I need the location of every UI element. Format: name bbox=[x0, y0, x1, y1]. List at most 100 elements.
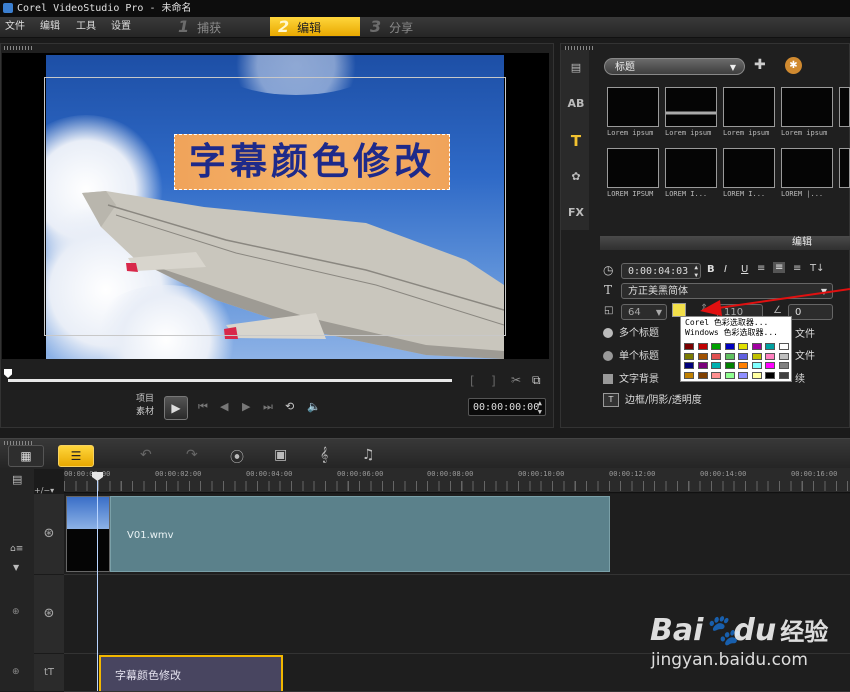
duration-spin-icon[interactable]: ▲ ▼ bbox=[694, 264, 698, 280]
italic-icon[interactable]: I bbox=[724, 264, 727, 275]
category-dropdown[interactable]: 标题 ▼ bbox=[604, 58, 745, 75]
next-frame-icon[interactable]: ▶ bbox=[242, 400, 250, 413]
color-swatch[interactable] bbox=[765, 343, 775, 350]
color-swatch[interactable] bbox=[765, 352, 775, 360]
align-center-icon[interactable]: ≡ bbox=[773, 262, 786, 273]
color-swatch[interactable] bbox=[697, 352, 708, 360]
title-icon[interactable]: T bbox=[566, 133, 586, 149]
title-thumbnail[interactable] bbox=[607, 87, 659, 127]
vertical-text-icon[interactable]: T↓ bbox=[810, 263, 825, 274]
record-capture-icon[interactable]: ⦿ bbox=[230, 447, 244, 467]
go-start-icon[interactable]: ⏮ bbox=[198, 400, 208, 414]
title-thumbnail[interactable] bbox=[607, 148, 659, 188]
chevron-down-icon[interactable]: ▼ bbox=[13, 563, 19, 572]
preview-timecode[interactable]: 00:00:00:00 ▲ ▼ bbox=[468, 398, 546, 416]
color-swatch[interactable] bbox=[738, 352, 748, 360]
tab-share[interactable]: 3 分享 bbox=[370, 17, 450, 36]
color-swatch[interactable] bbox=[778, 343, 789, 350]
enlarge-preview-icon[interactable]: ⧉ bbox=[532, 373, 541, 388]
video-clip-thumbnail[interactable] bbox=[66, 496, 110, 572]
redo-icon[interactable]: ↷ bbox=[186, 447, 198, 463]
color-swatch[interactable] bbox=[697, 343, 708, 350]
option-single-title[interactable]: 单个标题 bbox=[603, 347, 659, 362]
bold-icon[interactable]: B bbox=[707, 264, 715, 275]
edit-tab-header[interactable]: 编辑 bbox=[600, 236, 850, 250]
color-swatch[interactable] bbox=[697, 371, 708, 379]
mark-in-icon[interactable]: [ bbox=[470, 374, 475, 388]
timeline-view-button[interactable]: ☰ bbox=[58, 445, 94, 467]
color-swatch[interactable] bbox=[738, 362, 748, 369]
repeat-icon[interactable]: ⟲ bbox=[285, 400, 294, 413]
title-track-header[interactable]: tT bbox=[34, 654, 64, 692]
font-size-select[interactable]: 64 ▼ bbox=[621, 304, 667, 320]
auto-music-icon[interactable]: ♫ bbox=[362, 447, 375, 463]
align-left-icon[interactable]: ≡ bbox=[757, 263, 765, 274]
mark-out-icon[interactable]: ] bbox=[491, 374, 496, 388]
lock-icon[interactable]: ⊕ bbox=[12, 607, 20, 617]
underline-icon[interactable]: U bbox=[741, 264, 748, 275]
go-end-icon[interactable]: ⏭ bbox=[263, 400, 273, 414]
align-right-icon[interactable]: ≡ bbox=[793, 263, 801, 274]
panel-grip[interactable] bbox=[4, 46, 34, 50]
mode-project-label[interactable]: 项目 bbox=[136, 393, 154, 406]
lock-icon[interactable]: ⊕ bbox=[12, 667, 20, 677]
graphic-icon[interactable]: ✿ bbox=[566, 169, 586, 185]
scrubber-bar[interactable] bbox=[8, 379, 452, 382]
color-swatch[interactable] bbox=[751, 371, 762, 379]
color-swatch[interactable] bbox=[684, 362, 694, 369]
color-swatch[interactable] bbox=[684, 343, 694, 350]
menu-settings[interactable]: 设置 bbox=[111, 17, 131, 37]
duration-field[interactable]: 0:00:04:03 ▲ ▼ bbox=[621, 263, 701, 279]
option-text-background[interactable]: 文字背景 bbox=[603, 370, 659, 385]
video-clip[interactable]: V01.wmv bbox=[110, 496, 610, 572]
title-thumbnail[interactable] bbox=[781, 87, 833, 127]
split-clip-icon[interactable]: ✂ bbox=[511, 373, 521, 387]
option-border-shadow[interactable]: T 边框/阴影/透明度 bbox=[603, 391, 702, 407]
color-swatch[interactable] bbox=[724, 362, 735, 369]
options-menu-icon[interactable]: ✱ bbox=[785, 57, 802, 74]
color-swatch[interactable] bbox=[738, 343, 748, 350]
radio-icon[interactable] bbox=[603, 351, 613, 361]
title-thumbnail[interactable] bbox=[723, 87, 775, 127]
color-swatch[interactable] bbox=[778, 362, 789, 369]
menu-tools[interactable]: 工具 bbox=[76, 17, 96, 37]
add-to-favorites-icon[interactable]: ✚ bbox=[754, 57, 766, 73]
title-thumbnail[interactable] bbox=[781, 148, 833, 188]
filter-fx-icon[interactable]: FX bbox=[566, 205, 586, 221]
color-swatch[interactable] bbox=[724, 343, 735, 350]
subtitle-text-box[interactable]: 字幕颜色修改 bbox=[174, 134, 450, 190]
menu-edit[interactable]: 编辑 bbox=[40, 17, 60, 37]
title-thumbnail[interactable] bbox=[665, 148, 717, 188]
overlay-track-header[interactable]: ⊛ bbox=[34, 575, 64, 654]
color-swatch[interactable] bbox=[711, 371, 721, 379]
timeline-playhead[interactable] bbox=[97, 476, 98, 691]
color-swatch[interactable] bbox=[711, 343, 721, 350]
color-swatch[interactable] bbox=[711, 352, 721, 360]
volume-icon[interactable]: 🔈 bbox=[307, 400, 321, 413]
storyboard-view-button[interactable]: ▦ bbox=[8, 445, 44, 467]
color-swatch[interactable] bbox=[697, 362, 708, 369]
color-swatch[interactable] bbox=[765, 371, 775, 379]
color-swatch[interactable] bbox=[751, 343, 762, 350]
title-thumbnail[interactable] bbox=[665, 87, 717, 127]
prev-frame-icon[interactable]: ◀ bbox=[220, 400, 228, 413]
windows-color-picker-item[interactable]: Windows 色彩选取器... bbox=[685, 327, 778, 338]
media-library-icon[interactable]: ▤ bbox=[566, 60, 586, 76]
color-swatch[interactable] bbox=[724, 352, 735, 360]
play-button[interactable]: ▶ bbox=[164, 396, 188, 420]
color-swatch[interactable] bbox=[724, 371, 735, 379]
checkbox-icon[interactable] bbox=[603, 374, 613, 384]
undo-icon[interactable]: ↶ bbox=[140, 447, 152, 463]
border-shadow-icon[interactable]: T bbox=[603, 393, 619, 407]
mode-clip-label[interactable]: 素材 bbox=[136, 406, 154, 419]
timeline-ruler[interactable]: 00:00:00:00 00:00:02:00 00:00:04:00 00:0… bbox=[64, 468, 850, 493]
color-swatch[interactable] bbox=[751, 362, 762, 369]
timecode-spin-icon[interactable]: ▲ ▼ bbox=[538, 399, 542, 417]
color-swatch[interactable] bbox=[711, 362, 721, 369]
audio-mixer-icon[interactable]: 𝄞 bbox=[320, 447, 328, 463]
title-thumbnail[interactable] bbox=[723, 148, 775, 188]
font-color-swatch[interactable] bbox=[672, 303, 686, 317]
color-swatch[interactable] bbox=[738, 371, 748, 379]
radio-icon[interactable] bbox=[603, 328, 613, 338]
option-multi-title[interactable]: 多个标题 bbox=[603, 324, 659, 339]
